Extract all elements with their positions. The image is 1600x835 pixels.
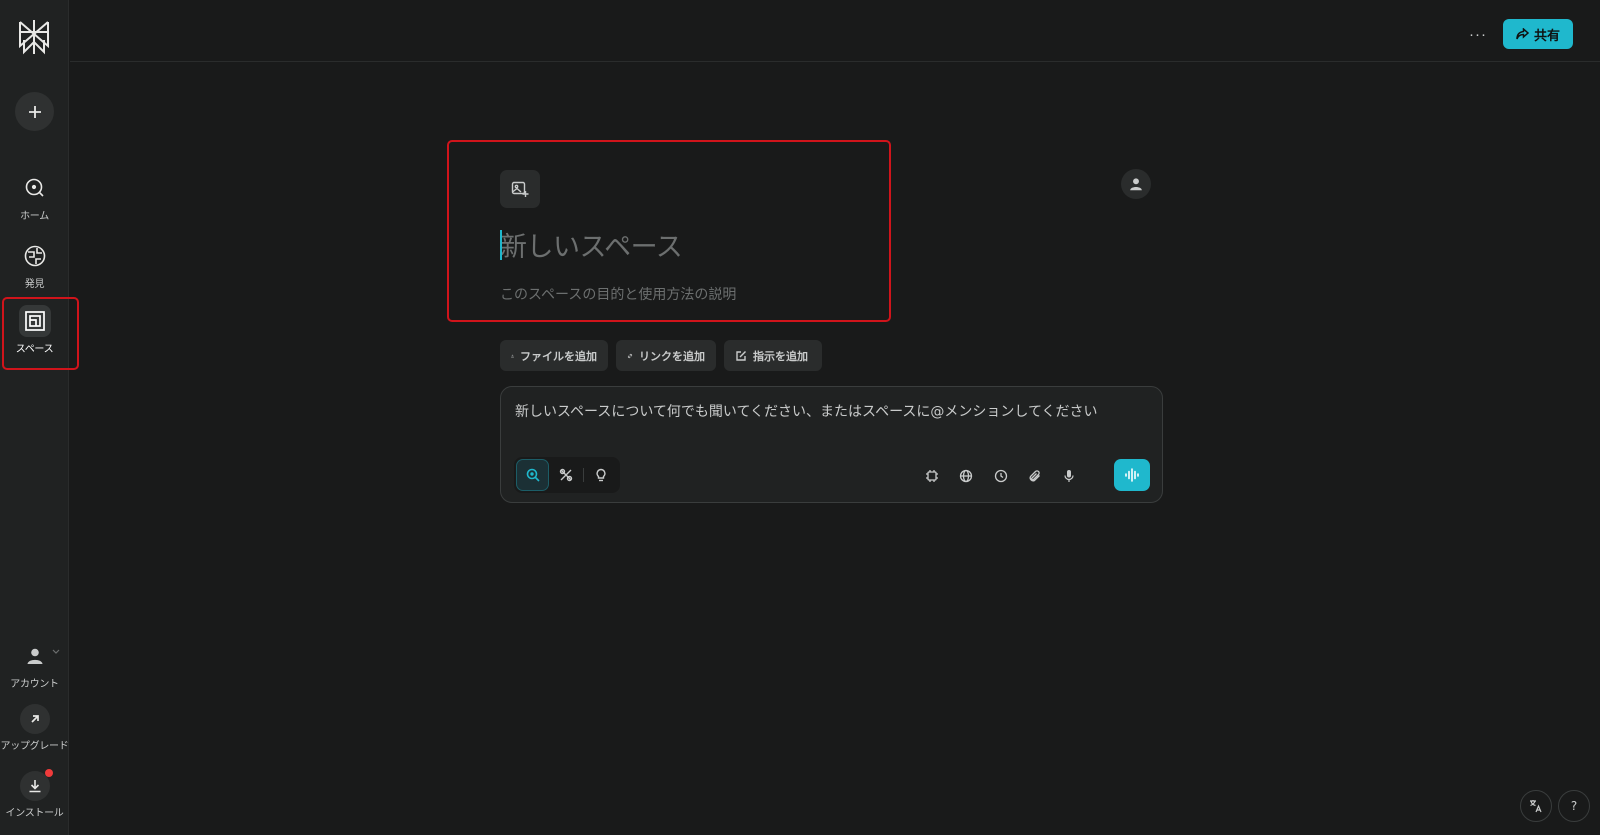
microphone-icon [1064,470,1074,482]
sources-button[interactable] [953,463,979,489]
chevron-down-icon [52,649,60,654]
search-mode-button[interactable] [516,459,550,491]
add-file-label: ファイルを追加 [520,349,597,363]
edit-icon [736,350,746,361]
add-file-button[interactable]: ファイルを追加 [500,340,608,371]
language-button[interactable] [1520,790,1552,822]
query-box: 新しいスペースについて何でも聞いてください、またはスペースに@メンションしてくだ… [500,386,1163,503]
globe-icon [959,469,973,483]
sidebar-item-discover[interactable]: 発見 [0,240,69,290]
sidebar: ホーム 発見 スペース アカウント アップグレード インストール [0,0,79,835]
user-icon [19,640,51,672]
share-button-label: 共有 [1533,28,1560,44]
clock-icon [994,469,1008,483]
attach-button[interactable] [1022,463,1048,489]
translate-icon [1530,800,1542,813]
lightbulb-icon [596,468,607,482]
sidebar-item-label: インストール [5,808,64,819]
query-input[interactable]: 新しいスペースについて何でも聞いてください、またはスペースに@メンションしてくだ… [515,401,1098,421]
plus-icon [28,105,41,118]
voice-mode-button[interactable] [1114,459,1150,491]
notification-dot [44,769,53,777]
link-icon [627,353,633,358]
search-mode-toggle [514,457,620,493]
sidebar-item-install[interactable]: インストール [0,769,69,819]
sidebar-item-label: ホーム [20,211,49,222]
share-arrow-icon [1516,28,1529,40]
home-search-icon [19,172,51,204]
sidebar-item-upgrade[interactable]: アップグレード [0,704,69,752]
more-options-button[interactable]: ··· [1466,24,1490,44]
add-instructions-button[interactable]: 指示を追加 [724,340,822,371]
search-icon [526,468,540,482]
mode-separator [583,468,584,482]
paperclip-icon [1029,470,1040,482]
share-button[interactable]: 共有 [1503,19,1573,49]
add-link-label: リンクを追加 [639,349,705,363]
help-button[interactable]: ? [1558,790,1590,822]
audio-wave-icon [1125,468,1139,482]
research-mode-button[interactable] [549,459,582,491]
sidebar-item-spaces[interactable]: スペース [0,305,69,355]
add-instructions-label: 指示を追加 [753,349,808,363]
sidebar-item-label: スペース [15,344,54,355]
sidebar-item-label: アカウント [10,679,59,690]
collaborator-avatar[interactable] [1121,169,1151,199]
download-icon [19,769,53,801]
perplexity-logo-icon[interactable] [16,18,52,56]
space-title-input[interactable]: 新しいスペース [500,225,860,265]
text-caret [500,230,502,260]
upload-icon [511,354,514,357]
model-select-button[interactable] [919,463,945,489]
dictation-button[interactable] [1056,463,1082,489]
sidebar-item-home[interactable]: ホーム [0,172,69,222]
new-thread-button[interactable] [15,92,54,131]
image-add-icon [511,181,529,197]
arrow-up-right-icon [19,704,50,734]
cpu-chip-icon [926,470,938,482]
add-link-button[interactable]: リンクを追加 [616,340,716,371]
history-button[interactable] [988,463,1014,489]
sidebar-item-label: アップグレード [0,741,69,752]
top-bar: ··· 共有 [70,8,1600,62]
add-space-image-button[interactable] [500,170,540,208]
labs-mode-button[interactable] [585,459,618,491]
globe-icon [19,240,51,272]
spaces-icon [18,305,51,337]
sidebar-item-account[interactable]: アカウント [0,640,69,690]
sidebar-item-label: 発見 [24,279,45,290]
research-icon [559,468,572,482]
app-root: ホーム 発見 スペース アカウント アップグレード インストール ··· 共有 … [0,0,1600,835]
user-icon [1130,178,1142,191]
space-description-input[interactable]: このスペースの目的と使用方法の説明 [500,284,860,304]
